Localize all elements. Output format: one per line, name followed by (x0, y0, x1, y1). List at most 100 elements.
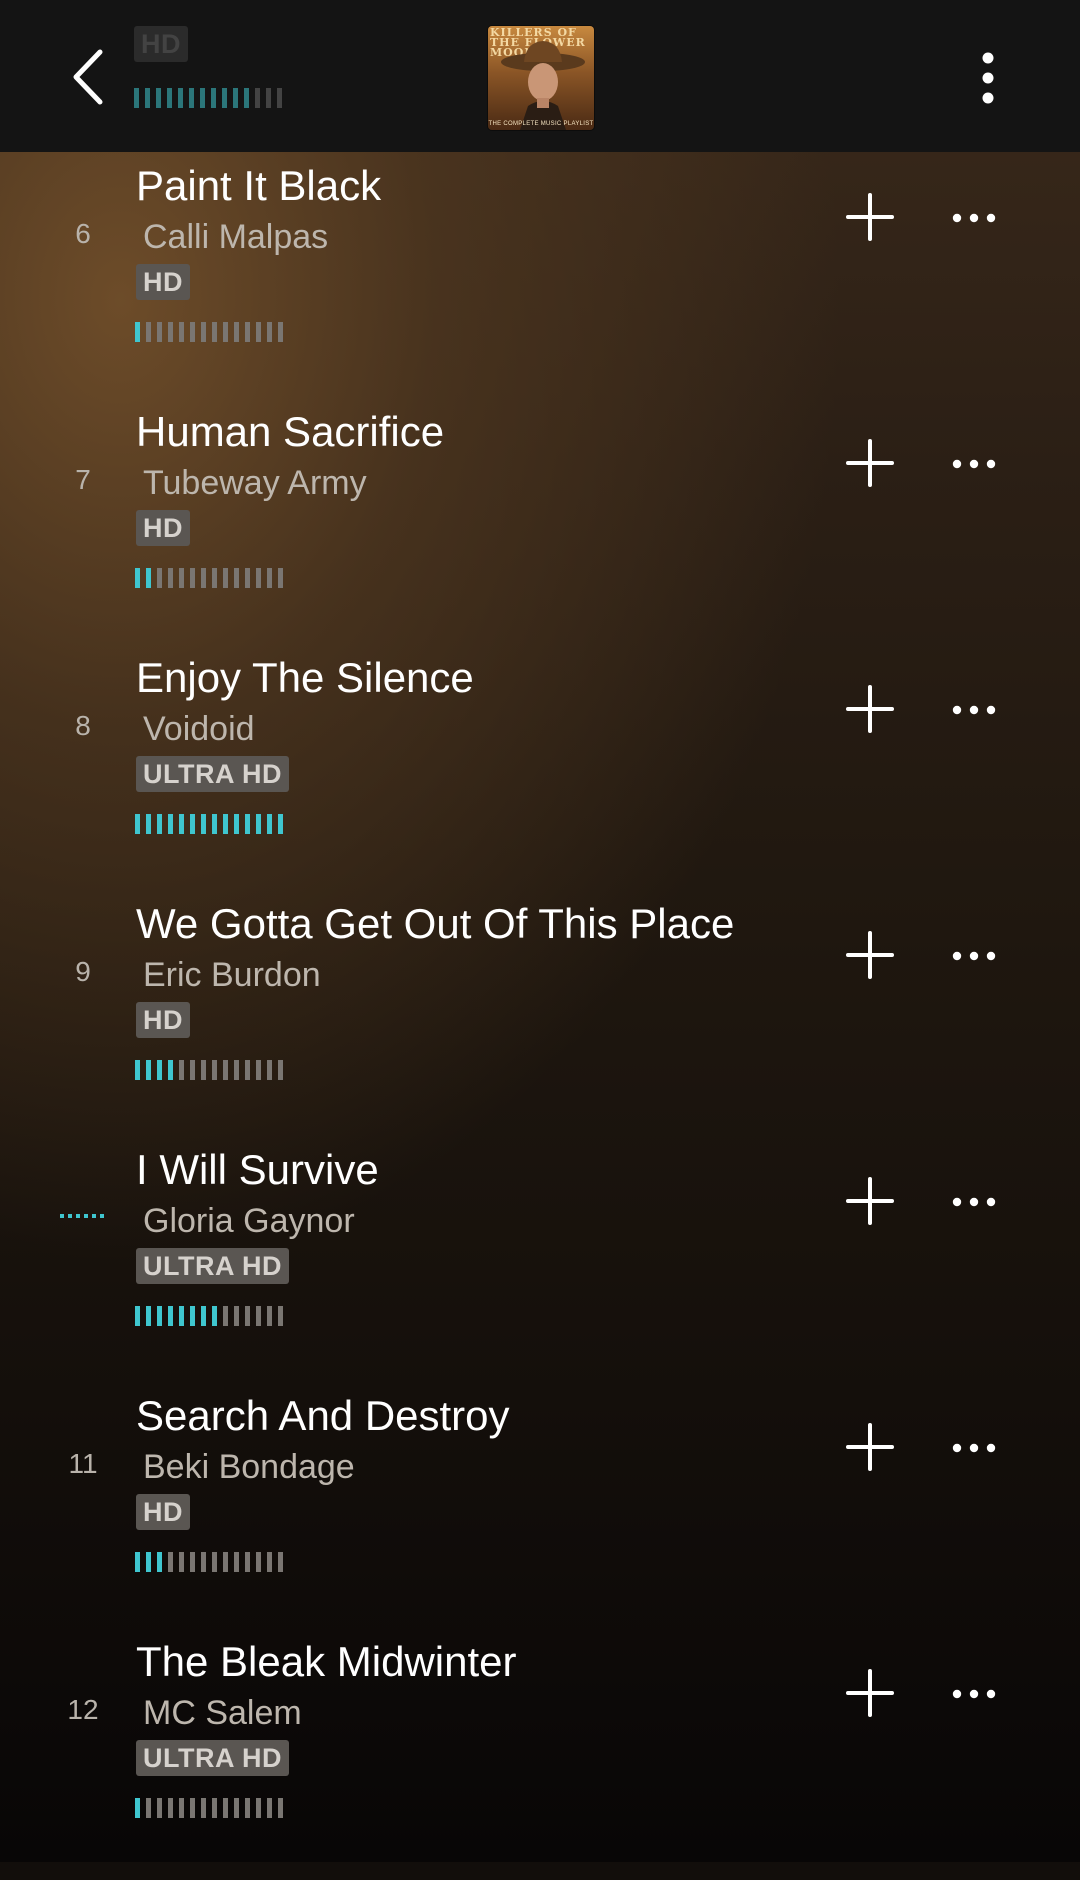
meter-segment (201, 814, 206, 834)
meter-segment (168, 1060, 173, 1080)
track-row[interactable]: I Will Survive Gloria Gaynor ULTRA HD (0, 1142, 1080, 1388)
meter-segment (201, 568, 206, 588)
add-to-library-button[interactable] (845, 1668, 895, 1718)
meter-segment (190, 1306, 195, 1326)
add-to-library-button[interactable] (845, 1176, 895, 1226)
album-cover-portrait (501, 41, 585, 130)
add-to-library-button[interactable] (845, 438, 895, 488)
meter-segment (179, 1552, 184, 1572)
meter-segment (223, 1306, 228, 1326)
quality-badge: ULTRA HD (136, 756, 289, 792)
add-to-library-button[interactable] (845, 684, 895, 734)
quality-meter (135, 1306, 283, 1326)
quality-badge: ULTRA HD (136, 1740, 289, 1776)
meter-segment (212, 1798, 217, 1818)
ellipsis-horizontal-icon (952, 951, 996, 961)
meter-segment (201, 1306, 206, 1326)
meter-segment (146, 1306, 151, 1326)
more-options-button[interactable] (952, 1438, 996, 1458)
add-to-library-button[interactable] (845, 930, 895, 980)
meter-segment (179, 322, 184, 342)
plus-icon (846, 193, 894, 241)
track-row[interactable]: 9 We Gotta Get Out Of This Place Eric Bu… (0, 896, 1080, 1142)
meter-segment (201, 322, 206, 342)
meter-segment (278, 814, 283, 834)
more-options-button[interactable] (952, 700, 996, 720)
ellipsis-horizontal-icon (952, 213, 996, 223)
meter-segment (179, 1306, 184, 1326)
track-title: Search And Destroy (136, 1392, 510, 1439)
meter-segment (146, 1552, 151, 1572)
meter-segment (157, 1552, 162, 1572)
track-row[interactable]: 8 Enjoy The Silence Voidoid ULTRA HD (0, 650, 1080, 896)
more-options-button[interactable] (952, 208, 996, 228)
more-options-button[interactable] (952, 1684, 996, 1704)
meter-segment (157, 322, 162, 342)
meter-segment (190, 568, 195, 588)
meter-segment (201, 1060, 206, 1080)
meter-segment (135, 1552, 140, 1572)
meter-segment (212, 1060, 217, 1080)
more-options-button[interactable] (952, 946, 996, 966)
meter-segment (223, 1798, 228, 1818)
track-title: Paint It Black (136, 162, 382, 209)
meter-segment (234, 1306, 239, 1326)
meter-segment (234, 568, 239, 588)
meter-segment (278, 1306, 283, 1326)
track-row[interactable]: 11 Search And Destroy Beki Bondage HD (0, 1388, 1080, 1634)
meter-segment (234, 1552, 239, 1572)
track-artist: Eric Burdon (143, 956, 321, 994)
add-to-library-button[interactable] (845, 1422, 895, 1472)
ellipsis-horizontal-icon (952, 1443, 996, 1453)
meter-segment (267, 568, 272, 588)
track-row[interactable]: 6 Paint It Black Calli Malpas HD (0, 158, 1080, 404)
meter-segment (201, 1798, 206, 1818)
quality-badge: HD (136, 1494, 190, 1530)
meter-segment (245, 1306, 250, 1326)
meter-segment (157, 568, 162, 588)
meter-segment (223, 1060, 228, 1080)
plus-icon (846, 931, 894, 979)
meter-segment (212, 1306, 217, 1326)
more-options-button[interactable] (952, 454, 996, 474)
track-number: 8 (75, 710, 91, 741)
meter-segment (146, 1798, 151, 1818)
meter-segment (201, 1552, 206, 1572)
track-title: The Bleak Midwinter (136, 1638, 517, 1685)
meter-segment (234, 814, 239, 834)
meter-segment (212, 814, 217, 834)
meter-segment (168, 568, 173, 588)
meter-segment (190, 814, 195, 834)
meter-segment (267, 1552, 272, 1572)
track-row[interactable]: 7 Human Sacrifice Tubeway Army HD (0, 404, 1080, 650)
meter-segment (168, 1306, 173, 1326)
meter-segment (190, 1798, 195, 1818)
add-to-library-button[interactable] (845, 192, 895, 242)
track-number: 12 (67, 1694, 99, 1725)
track-artist: Beki Bondage (143, 1448, 355, 1486)
meter-segment (135, 1060, 140, 1080)
meter-segment (179, 814, 184, 834)
meter-segment (234, 322, 239, 342)
quality-badge: HD (136, 1002, 190, 1038)
meter-segment (267, 1060, 272, 1080)
more-options-button[interactable] (952, 1192, 996, 1212)
track-row[interactable]: 12 The Bleak Midwinter MC Salem ULTRA HD (0, 1634, 1080, 1880)
track-title: We Gotta Get Out Of This Place (136, 900, 735, 947)
meter-segment (179, 568, 184, 588)
kebab-vertical-icon (982, 52, 994, 104)
meter-segment (223, 322, 228, 342)
album-cover-subtitle: THE COMPLETE MUSIC PLAYLIST (488, 121, 594, 127)
meter-segment (190, 1060, 195, 1080)
meter-segment (278, 1060, 283, 1080)
quality-badge: HD (134, 26, 188, 62)
options-menu-button[interactable] (970, 48, 1006, 108)
back-button[interactable] (60, 40, 124, 114)
meter-segment (168, 814, 173, 834)
meter-segment (157, 1306, 162, 1326)
quality-meter (134, 88, 282, 108)
meter-segment (135, 1798, 140, 1818)
track-artist: Gloria Gaynor (143, 1202, 355, 1240)
plus-icon (846, 439, 894, 487)
album-cover[interactable]: KILLERS OF THE FLOWER MOON THE COMPLETE … (488, 26, 594, 130)
